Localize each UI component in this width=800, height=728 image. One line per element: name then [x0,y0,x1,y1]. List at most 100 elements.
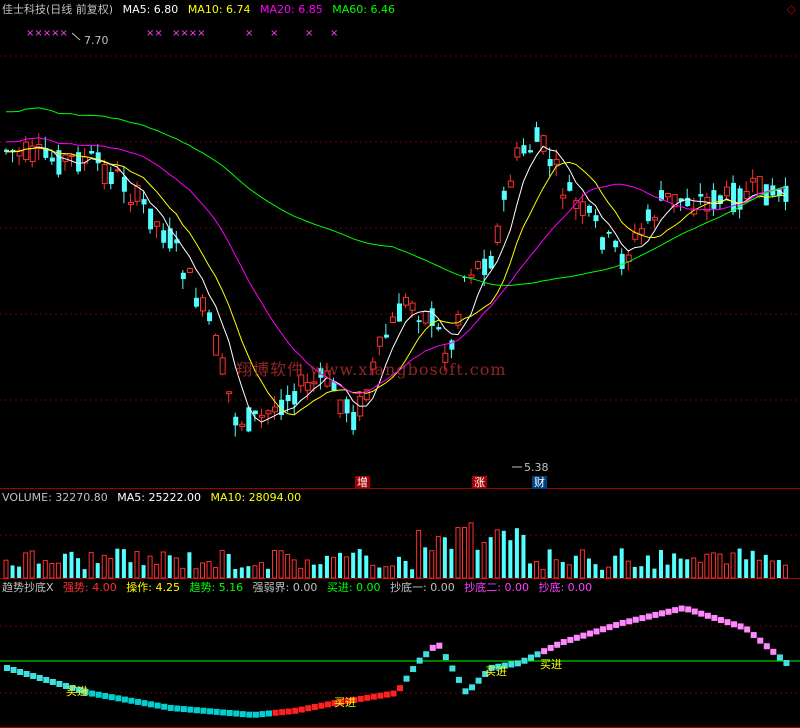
indicator-step [436,642,443,649]
candle-body [127,201,134,205]
volume-bar [639,566,644,578]
bottom1-value: 抄底一: 0.00 [390,581,455,594]
volume-bar [318,564,323,578]
indicator-step [593,628,600,635]
candle-body [409,302,416,311]
indicator-step [239,711,246,718]
volume-bar [403,560,408,578]
indicator-step [744,626,751,633]
volume-bar [141,565,146,578]
indicator-step [757,637,764,644]
event-tag-finance[interactable]: 财 [532,476,547,489]
indicator-step [357,695,364,702]
candle-body [521,145,527,154]
candle-body [547,158,553,167]
volume-bar [710,552,716,579]
volume-bar [462,527,467,579]
volume-bar [121,549,126,578]
volume-bar [147,555,153,579]
indicator-step [619,619,626,626]
volume-bar [370,564,376,579]
volume-bar [600,569,605,578]
candle-body [567,182,573,191]
volume-bar [442,537,447,578]
volume-bar [672,553,677,578]
boundary-value: 强弱界: 0.00 [252,581,318,594]
candle-body [272,406,279,413]
candle-body [579,201,586,216]
volume-bar [36,563,41,578]
candle-body [213,334,220,356]
candle-body [121,176,127,192]
volume-bar [246,566,251,578]
candle-body [651,216,658,221]
indicator-step [632,616,639,623]
candle-body [258,414,265,418]
volume-bar [468,522,474,579]
candle-body [89,150,95,154]
volume-bar [219,549,225,579]
candle-body [507,180,514,188]
volume-bar [252,565,258,579]
low-price-label: 5.38 [524,461,549,474]
indicator-step [311,703,318,710]
volume-bar [724,563,729,579]
volume-bar [258,562,264,579]
indicator-step [580,632,587,639]
indicator-step [89,690,96,697]
volume-bar [278,550,284,579]
indicator-step [547,644,554,651]
volume-bar [410,569,415,578]
candle-body [311,381,318,385]
candle-body [344,399,350,414]
indicator-step [154,702,161,709]
volume-bar [619,548,624,578]
high-price-label: 7.70 [84,34,109,47]
volume-bar [416,529,422,579]
volume-bar [101,554,107,579]
indicator-step [455,676,462,683]
candle-body [468,274,475,279]
volume-bar [3,559,9,579]
indicator-step [763,643,770,650]
indicator-step [475,677,482,684]
indicator-step [410,666,417,673]
indicator-step [252,711,259,718]
indicator-step [56,680,63,687]
volume-bar [547,549,552,578]
candle-body [376,336,383,347]
volume-bar [55,562,61,579]
volume-bar [481,542,487,579]
trend-value: 趋势: 5.16 [189,581,244,594]
indicator-step [403,675,410,682]
volume-bar [665,564,670,578]
indicator-step [161,703,168,710]
volume-bar [744,559,749,578]
indicator-panel-header: 趋势抄底X 强势: 4.00 操作: 4.25 趋势: 5.16 强弱界: 0.… [2,581,598,595]
event-tag-increase[interactable]: 增 [355,476,370,489]
bottom2-value: 抄底二: 0.00 [464,581,529,594]
indicator-name[interactable]: 趋势抄底X [2,581,54,594]
indicator-step [776,654,783,661]
event-tag-rise[interactable]: 涨 [472,476,487,489]
candle-body [101,164,108,185]
indicator-step [266,710,272,717]
indicator-step [43,676,50,683]
diamond-toggle-icon[interactable]: ◇ [787,2,796,16]
indicator-step [246,711,253,718]
buy-signal-label: 买进 [485,665,507,678]
candle-body [488,255,494,269]
candle-body [351,412,357,431]
volume-bar [338,552,343,578]
candle-body [665,193,672,198]
volume-bar [23,552,29,579]
indicator-step [613,622,620,629]
indicator-step [698,610,705,617]
indicator-step [554,641,561,648]
volume-bar [606,566,612,579]
volume-bar [435,536,441,579]
stock-title[interactable]: 佳士科技(日线 前复权) [2,3,113,16]
volume-bar [508,540,513,578]
indicator-step [449,665,456,672]
indicator-step [259,711,266,718]
